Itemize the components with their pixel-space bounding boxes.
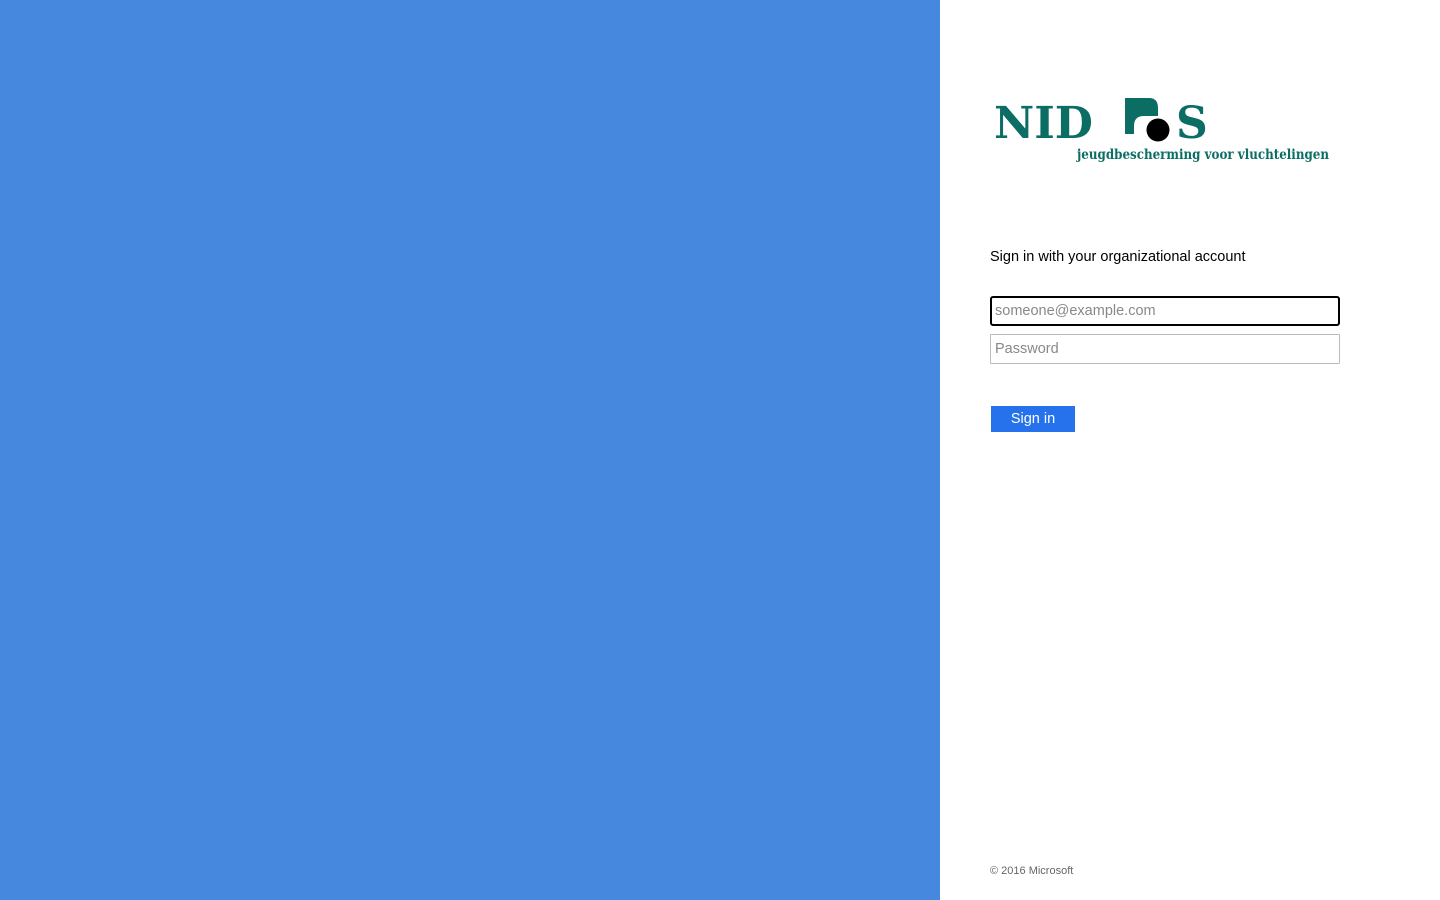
email-input[interactable] [990,296,1340,326]
logo-wordmark-left: NID [994,98,1093,149]
company-logo: NID S jeugdbescherming voor vluchtelinge… [994,92,1334,166]
nidos-logo-graphic: NID S jeugdbescherming voor vluchtelinge… [994,98,1329,163]
logo-wordmark-right: S [1176,98,1208,149]
sign-in-page: NID S jeugdbescherming voor vluchtelinge… [0,0,1440,900]
intro-text: Sign in with your organizational account [990,249,1246,265]
illustration-panel [0,0,940,900]
logo-dot-mark [1146,118,1170,142]
password-input[interactable] [990,334,1340,364]
copyright-text: © 2016 Microsoft [990,865,1074,877]
sign-in-button[interactable]: Sign in [991,406,1075,432]
logo-tagline: jeugdbescherming voor vluchtelingen [1075,147,1329,163]
